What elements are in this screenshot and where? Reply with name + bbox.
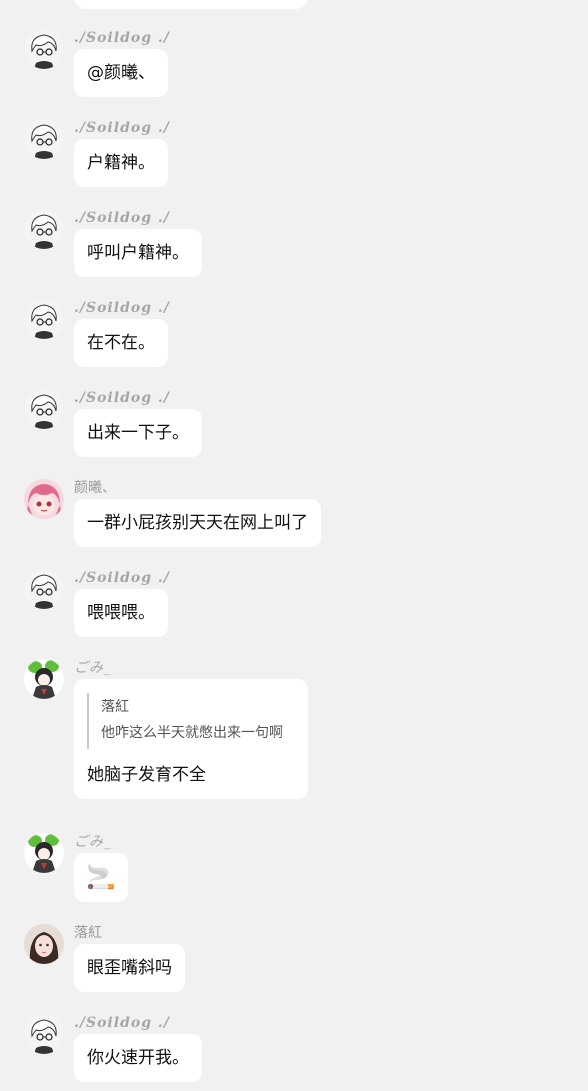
- message-bubble[interactable]: 呼叫户籍神。: [74, 229, 202, 277]
- white-hair-anime-avatar-icon[interactable]: [24, 569, 64, 609]
- white-hair-anime-avatar-icon[interactable]: [24, 299, 64, 339]
- sender-name: ./Soildog ./: [74, 390, 170, 406]
- cigarette-emoji-icon: 🚬: [86, 863, 116, 891]
- sender-name: ./Soildog ./: [74, 1015, 170, 1031]
- message-bubble[interactable]: 你火速开我。: [74, 1034, 202, 1082]
- message-bubble[interactable]: 眼歪嘴斜吗: [74, 944, 185, 992]
- sender-name: ./Soildog ./: [74, 570, 170, 586]
- sender-name: 落紅: [74, 925, 102, 941]
- message-bubble[interactable]: 一群小屁孩别天天在网上叫了: [74, 499, 321, 547]
- quoted-message[interactable]: 落紅 他咋这么半天就憋出来一句啊: [87, 693, 295, 749]
- message-text: 她脑子发育不全: [87, 765, 206, 785]
- sender-name: ./Soildog ./: [74, 300, 170, 316]
- white-hair-anime-avatar-icon[interactable]: [24, 29, 64, 69]
- green-hair-anime-avatar-icon[interactable]: [24, 659, 64, 699]
- white-hair-anime-avatar-icon[interactable]: [24, 1014, 64, 1054]
- white-hair-anime-avatar-icon[interactable]: [24, 119, 64, 159]
- message-bubble[interactable]: 户籍神。: [74, 139, 168, 187]
- message-bubble[interactable]: 出来一下子。: [74, 409, 202, 457]
- message-bubble[interactable]: 在不在。: [74, 319, 168, 367]
- message-bubble[interactable]: @颜曦、: [74, 49, 168, 97]
- girl-photo-avatar-icon[interactable]: [24, 924, 64, 964]
- sender-name: ./Soildog ./: [74, 120, 170, 136]
- message-bubble[interactable]: 喂喂喂。: [74, 589, 168, 637]
- sender-name: ./Soildog ./: [74, 210, 170, 226]
- white-hair-anime-avatar-icon[interactable]: [24, 389, 64, 429]
- previous-message-bubble: [74, 0, 308, 9]
- sender-name: 颜曦、: [74, 480, 116, 496]
- quoted-sender-name: 落紅: [101, 699, 129, 715]
- message-bubble[interactable]: 落紅 他咋这么半天就憋出来一句啊 她脑子发育不全: [74, 679, 308, 799]
- quoted-text: 他咋这么半天就憋出来一句啊: [101, 725, 283, 741]
- white-hair-anime-avatar-icon[interactable]: [24, 209, 64, 249]
- sender-name: ごみ_: [74, 660, 112, 676]
- sender-name: ./Soildog ./: [74, 30, 170, 46]
- message-bubble[interactable]: 🚬: [74, 853, 128, 902]
- sender-name: ごみ_: [74, 834, 112, 850]
- green-hair-anime-avatar-icon[interactable]: [24, 833, 64, 873]
- pink-hair-anime-avatar-icon[interactable]: [24, 479, 64, 519]
